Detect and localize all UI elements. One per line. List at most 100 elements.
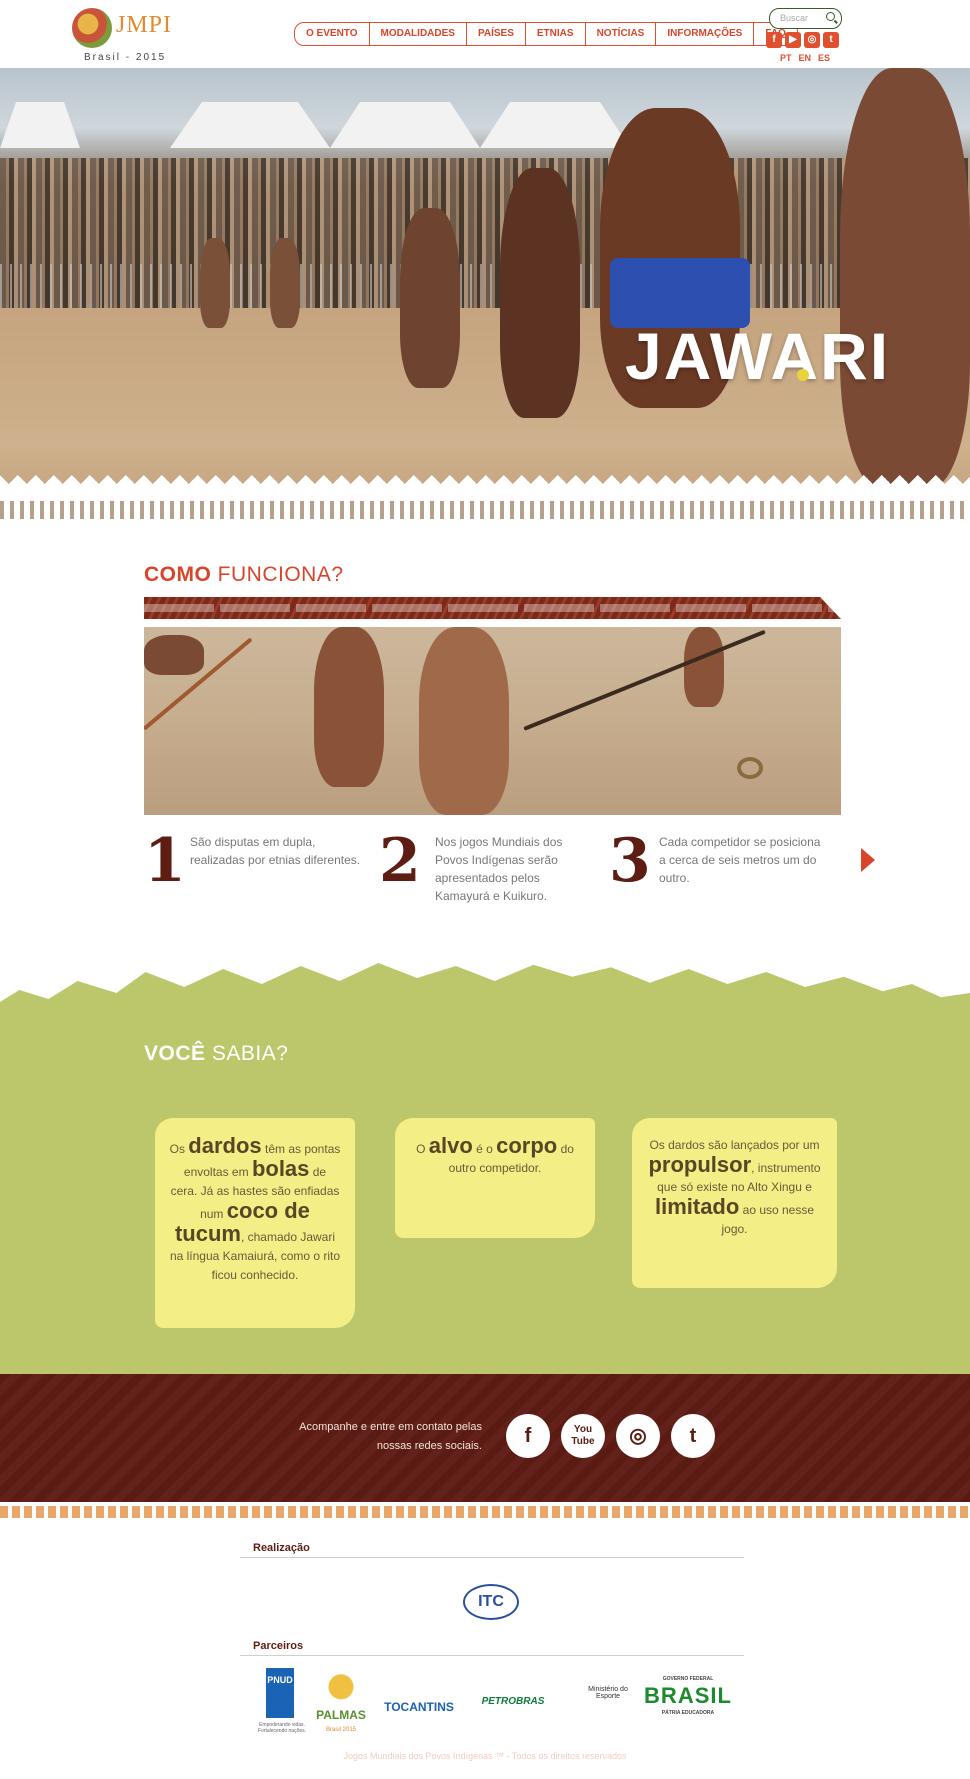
nav-noticias[interactable]: NOTÍCIAS	[585, 22, 657, 46]
title-strong: VOCÊ	[144, 1042, 206, 1065]
instagram-icon[interactable]: ◎	[804, 32, 820, 48]
voce-sabia-title: VOCÊ SABIA?	[144, 1042, 288, 1066]
hero-banner: JAWARI	[0, 68, 970, 523]
nav-paises[interactable]: PAÍSES	[466, 22, 526, 46]
twitter-icon[interactable]: t	[671, 1414, 715, 1458]
site-header: JMPI Brasil - 2015 O EVENTO MODALIDADES …	[0, 0, 970, 68]
footer-social-icons: f You Tube ◎ t	[506, 1414, 715, 1458]
tocantins-logo[interactable]: TOCANTINS	[378, 1700, 460, 1714]
fact-card: Os dardos têm as pontas envoltas em bola…	[155, 1118, 355, 1328]
athlete-figure	[270, 238, 300, 328]
hero-title: JAWARI	[625, 319, 891, 393]
hero-title-dot	[797, 369, 809, 381]
social-footer: Acompanhe e entre em contato pelas nossa…	[0, 1374, 970, 1502]
social-contact-text: Acompanhe e entre em contato pelas nossa…	[299, 1421, 482, 1452]
main-nav: O EVENTO MODALIDADES PAÍSES ETNIAS NOTÍC…	[294, 22, 798, 46]
facebook-icon[interactable]: f	[766, 32, 782, 48]
javelin	[523, 629, 766, 731]
copyright-text: Jogos Mundiais dos Povos Indígenas ™ - T…	[343, 1751, 627, 1761]
petrobras-logo[interactable]: PETROBRAS	[466, 1696, 560, 1707]
decorative-strip	[0, 1502, 970, 1522]
athlete-figure	[200, 238, 230, 328]
step-number: 2	[379, 826, 421, 896]
triangle-pattern	[0, 473, 970, 495]
divider	[240, 1655, 744, 1656]
hero-border-pattern	[0, 473, 970, 523]
lang-en[interactable]: EN	[799, 53, 812, 63]
divider	[240, 1557, 744, 1558]
realizacao-label: Realização	[253, 1542, 310, 1554]
title-rest: SABIA?	[205, 1042, 289, 1065]
title-rest: FUNCIONA?	[211, 563, 344, 586]
step-text: Cada competidor se posiciona a cerca de …	[659, 835, 821, 885]
pnud-logo[interactable]: PNUD	[266, 1668, 294, 1718]
card-highlight: bolas	[251, 1156, 310, 1181]
parceiros-label: Parceiros	[253, 1640, 304, 1652]
bar-pattern-row	[0, 495, 970, 523]
bar-stripes	[0, 501, 970, 519]
step-number: 3	[609, 826, 651, 896]
fact-card: O alvo é o corpo do outro competidor.	[395, 1118, 595, 1238]
card-highlight: propulsor	[648, 1152, 752, 1177]
steps-carousel: 1 São disputas em dupla, realizadas por …	[144, 826, 884, 910]
lang-pt[interactable]: PT	[780, 53, 792, 63]
search-placeholder: Buscar	[780, 13, 809, 23]
como-funciona-title: COMO FUNCIONA?	[144, 563, 344, 587]
palmas-caption: Brasil 2015	[325, 1727, 357, 1733]
card-highlight: alvo	[428, 1133, 473, 1158]
carousel-next-arrow-icon[interactable]	[861, 848, 875, 872]
governo-federal-text: GOVERNO FEDERAL	[662, 1676, 714, 1682]
lang-es[interactable]: ES	[818, 53, 830, 63]
athlete-figure	[419, 627, 509, 815]
globe-logo-icon	[72, 8, 112, 48]
twitter-icon[interactable]: t	[823, 32, 839, 48]
tucum-ring	[737, 757, 763, 779]
athlete-figure	[144, 635, 204, 675]
nav-informacoes[interactable]: INFORMAÇÕES	[656, 22, 755, 46]
governo-brasil-logo[interactable]: BRASIL	[642, 1683, 734, 1709]
ministerio-esporte-logo[interactable]: Ministério do Esporte	[584, 1686, 632, 1700]
fact-card: Os dardos são lançados por um propulsor,…	[632, 1118, 837, 1288]
athlete-figure	[400, 208, 460, 388]
logo-subtitle: Brasil - 2015	[84, 52, 167, 63]
youtube-icon[interactable]: ▶	[785, 32, 801, 48]
athlete-figure	[684, 627, 724, 707]
instagram-icon[interactable]: ◎	[616, 1414, 660, 1458]
header-social: f ▶ ◎ t	[766, 32, 839, 48]
jmpi-logo[interactable]: JMPI Brasil - 2015	[70, 6, 173, 64]
step-number: 1	[144, 826, 186, 896]
card-text: Os	[169, 1142, 189, 1156]
green-torn-edge	[0, 963, 970, 1014]
athlete-figure	[314, 627, 384, 787]
athlete-figure	[500, 168, 580, 418]
brasil-caption: PÁTRIA EDUCADORA	[661, 1710, 715, 1716]
search-icon[interactable]	[826, 12, 835, 21]
logo-text: JMPI	[116, 12, 173, 38]
tent-shape	[170, 102, 330, 148]
tent-shape	[0, 102, 80, 148]
title-strong: COMO	[144, 563, 212, 586]
palmas-logo[interactable]: PALMAS	[313, 1670, 369, 1726]
facebook-icon[interactable]: f	[506, 1414, 550, 1458]
card-highlight: corpo	[496, 1133, 558, 1158]
nav-etnias[interactable]: ETNIAS	[525, 22, 586, 46]
card-text: Os dardos são lançados por um	[649, 1138, 820, 1152]
itc-logo[interactable]: ITC	[463, 1584, 519, 1620]
step-text: Nos jogos Mundiais dos Povos Indígenas s…	[435, 835, 563, 903]
card-highlight: limitado	[654, 1194, 740, 1219]
step-text: São disputas em dupla, realizadas por et…	[190, 835, 361, 867]
tent-shape	[480, 102, 630, 148]
nav-modalidades[interactable]: MODALIDADES	[369, 22, 467, 46]
card-text: é o	[472, 1142, 497, 1156]
search-input[interactable]: Buscar	[769, 8, 842, 29]
youtube-icon[interactable]: You Tube	[561, 1414, 605, 1458]
decorative-banner	[144, 597, 841, 619]
card-highlight: dardos	[188, 1133, 262, 1158]
fence-background	[0, 264, 970, 308]
language-switcher: PT EN ES	[780, 53, 830, 63]
card-text: O	[416, 1142, 429, 1156]
tent-shape	[330, 102, 480, 148]
nav-o-evento[interactable]: O EVENTO	[294, 22, 370, 46]
athlete-figure	[840, 68, 970, 488]
jawari-game-photo	[144, 627, 841, 815]
